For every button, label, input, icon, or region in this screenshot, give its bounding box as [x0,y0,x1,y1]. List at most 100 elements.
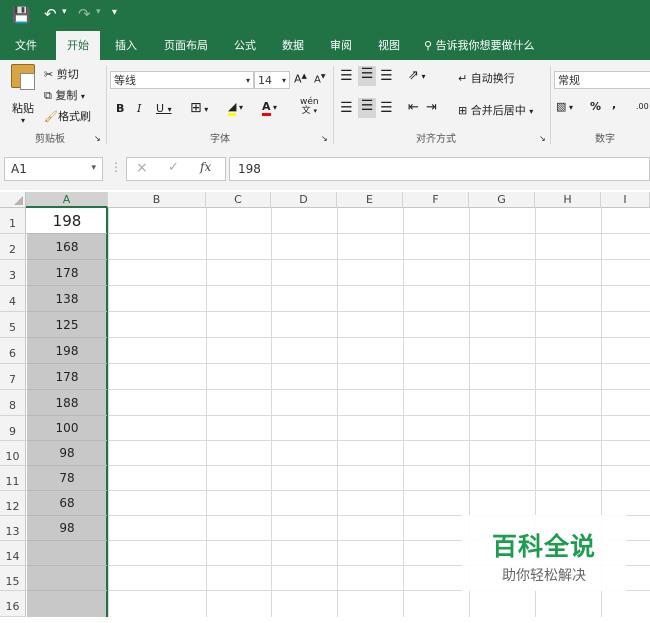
column-header[interactable]: H [535,192,601,208]
tab-file[interactable]: 文件 [6,31,46,60]
paste-dropdown-icon[interactable]: ▾ [8,116,38,125]
row-header[interactable]: 12 [0,491,26,516]
percent-button[interactable]: % [590,100,601,113]
copy-dropdown-icon[interactable]: ▾ [81,92,85,101]
increase-indent-button[interactable]: ⇥ [426,100,437,115]
shrink-font-button[interactable]: A▼ [314,73,325,85]
tab-data[interactable]: 数据 [273,31,313,60]
decimal-icon: .00 [636,102,649,111]
dialog-launcher-icon[interactable]: ↘ [321,134,328,143]
column-header[interactable]: D [271,192,337,208]
wrap-text-button[interactable]: ↵ 自动换行 [458,70,515,86]
column-header[interactable]: B [108,192,206,208]
select-all-button[interactable] [0,192,26,208]
cell-value[interactable]: 198 [27,338,107,364]
row-header[interactable]: 11 [0,466,26,491]
underline-button[interactable]: U ▾ [156,102,172,115]
save-icon[interactable]: 💾 [12,6,31,24]
row-header[interactable]: 6 [0,338,26,364]
chevron-down-icon[interactable]: ▾ [91,163,96,173]
align-top-button[interactable]: ☰ [340,68,353,84]
formula-input[interactable]: 198 [229,157,650,181]
name-box[interactable]: A1 ▾ [4,157,103,181]
fill-color-button[interactable]: ◢ ▾ [228,100,243,116]
align-center-button[interactable]: ☰ [358,98,376,118]
grow-font-button[interactable]: A▲ [294,72,307,86]
orientation-button[interactable]: ⇗ ▾ [408,68,425,83]
comma-button[interactable]: , [612,98,616,111]
bold-button[interactable]: B [116,102,124,115]
borders-button[interactable]: ⊞ ▾ [190,100,208,116]
row-header[interactable]: 4 [0,286,26,312]
font-color-button[interactable]: A ▾ [262,100,277,116]
cell-value[interactable]: 138 [27,286,107,312]
merge-center-button[interactable]: ⊞ 合并后居中 ▾ [458,102,533,118]
row-header[interactable]: 10 [0,441,26,466]
undo-dropdown-icon[interactable]: ▾ [62,7,67,17]
row-header[interactable]: 8 [0,390,26,416]
column-header[interactable]: I [601,192,650,208]
cell-value[interactable]: 98 [27,516,107,541]
format-painter-button[interactable]: 🖌格式刷 [44,108,91,124]
undo-icon[interactable]: ↶ [44,5,57,23]
column-header[interactable]: G [469,192,535,208]
cell-value[interactable]: 68 [27,491,107,516]
dialog-launcher-icon[interactable]: ↘ [94,134,101,143]
align-left-button[interactable]: ☰ [340,100,353,116]
insert-function-button[interactable]: fx [200,160,211,174]
number-format-dropdown[interactable]: 常规 [554,71,650,89]
font-name-dropdown[interactable]: 等线 ▾ [110,71,254,89]
enter-button[interactable]: ✓ [168,160,179,175]
selected-row-line [27,465,107,466]
row-header[interactable]: 5 [0,312,26,338]
paste-button[interactable]: 粘贴 ▾ [8,64,38,125]
column-header[interactable]: F [403,192,469,208]
cell-value[interactable]: 178 [27,364,107,390]
selected-row-line [27,259,107,260]
increase-decimal-button[interactable]: .00 [636,102,649,111]
cell-value[interactable]: 78 [27,466,107,491]
row-header[interactable]: 1 [0,208,26,234]
row-header[interactable]: 13 [0,516,26,541]
column-header[interactable]: A [26,192,108,208]
dialog-launcher-icon[interactable]: ↘ [539,134,546,143]
column-header[interactable]: C [206,192,271,208]
row-header[interactable]: 2 [0,234,26,260]
tab-home[interactable]: 开始 [56,31,100,60]
tab-insert[interactable]: 插入 [106,31,146,60]
cell-value[interactable]: 98 [27,441,107,466]
cell-value[interactable]: 178 [27,260,107,286]
copy-button[interactable]: ⧉ 复制 ▾ [44,87,85,103]
customize-qat-icon[interactable]: ▾ [112,7,117,18]
redo-dropdown-icon[interactable]: ▾ [96,7,101,17]
cut-button[interactable]: ✂ 剪切 [44,66,79,82]
accounting-format-button[interactable]: ▧ ▾ [556,100,573,113]
cell-value[interactable]: 188 [27,390,107,416]
font-size-dropdown[interactable]: 14 ▾ [254,71,290,89]
tab-formulas[interactable]: 公式 [225,31,265,60]
cell-value[interactable]: 100 [27,416,107,441]
watermark: 百科全说 助你轻松解决 [462,515,626,591]
tab-view[interactable]: 视图 [369,31,409,60]
italic-button[interactable]: I [137,102,141,115]
cell-value[interactable]: 168 [27,234,107,260]
row-header[interactable]: 3 [0,260,26,286]
cancel-button[interactable]: × [136,160,148,176]
align-bottom-button[interactable]: ☰ [380,68,393,84]
tell-me-box[interactable]: ⚲ 告诉我你想要做什么 [424,31,574,60]
decrease-indent-button[interactable]: ⇤ [408,100,419,115]
pinyin-button[interactable]: wén 文 ▾ [300,98,319,116]
tab-review[interactable]: 审阅 [321,31,361,60]
row-header[interactable]: 15 [0,566,26,591]
align-right-button[interactable]: ☰ [380,100,393,116]
row-header[interactable]: 16 [0,591,26,617]
tab-page-layout[interactable]: 页面布局 [156,31,216,60]
cell-value[interactable]: 125 [27,312,107,338]
row-header[interactable]: 14 [0,541,26,566]
align-middle-button[interactable]: ☰ [358,66,376,86]
column-header[interactable]: E [337,192,403,208]
cell-value[interactable]: 198 [27,208,107,234]
row-header[interactable]: 9 [0,416,26,441]
row-header[interactable]: 7 [0,364,26,390]
redo-icon[interactable]: ↷ [78,5,91,23]
